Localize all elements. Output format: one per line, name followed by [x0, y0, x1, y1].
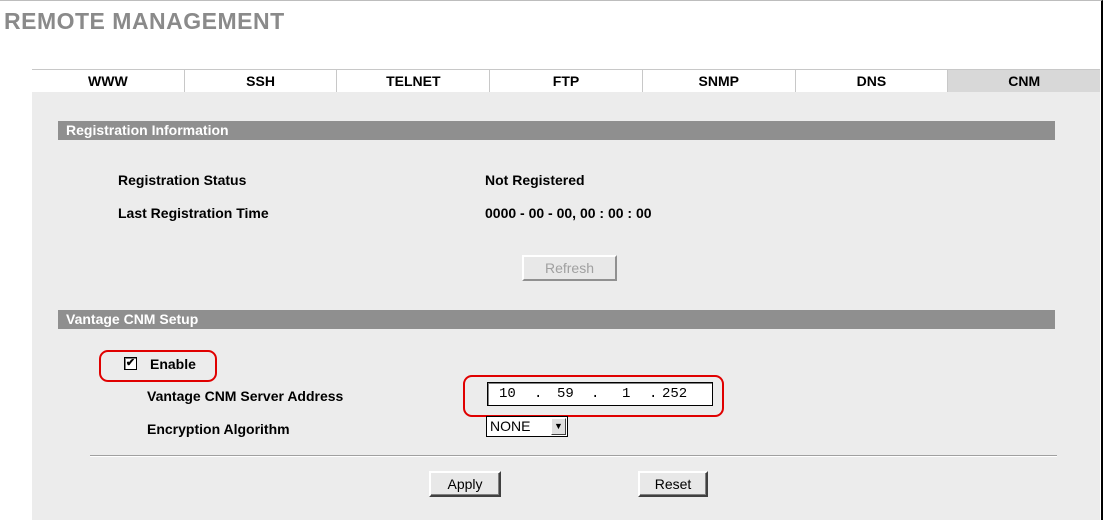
reset-button[interactable]: Reset — [638, 471, 708, 497]
ip-separator-2: . — [591, 386, 600, 402]
divider — [90, 455, 1057, 457]
ip-octet-4[interactable]: 252 — [662, 383, 687, 405]
tab-ftp[interactable]: FTP — [489, 70, 642, 92]
tab-cnm[interactable]: CNM — [947, 70, 1101, 92]
tab-snmp[interactable]: SNMP — [641, 70, 795, 92]
tab-www[interactable]: WWW — [32, 70, 184, 92]
page-title: REMOTE MANAGEMENT — [4, 8, 285, 34]
ip-octet-3[interactable]: 1 — [622, 383, 630, 405]
enable-label: Enable — [150, 356, 196, 372]
cnm-server-address-label: Vantage CNM Server Address — [147, 388, 344, 404]
encryption-selected-value: NONE — [490, 418, 531, 434]
tab-dns[interactable]: DNS — [794, 70, 948, 92]
cnm-server-address-input[interactable]: 10 . 59 . 1 . 252 — [487, 382, 713, 406]
tab-telnet[interactable]: TELNET — [336, 70, 490, 92]
ip-separator-1: . — [534, 386, 543, 402]
encryption-algorithm-select[interactable]: NONE ▼ — [486, 416, 568, 437]
tab-ssh[interactable]: SSH — [183, 70, 337, 92]
last-registration-time-label: Last Registration Time — [118, 205, 269, 221]
encryption-algorithm-label: Encryption Algorithm — [147, 421, 290, 437]
registration-section-header: Registration Information — [58, 121, 1055, 140]
refresh-button[interactable]: Refresh — [522, 255, 617, 281]
apply-button[interactable]: Apply — [429, 471, 501, 497]
cnm-setup-section-header: Vantage CNM Setup — [58, 310, 1055, 329]
last-registration-time-value: 0000 - 00 - 00, 00 : 00 : 00 — [485, 205, 652, 221]
ip-separator-3: . — [649, 386, 658, 402]
registration-status-value: Not Registered — [485, 172, 585, 188]
dropdown-arrow-icon[interactable]: ▼ — [551, 418, 566, 435]
enable-checkbox[interactable]: ✔ — [124, 357, 137, 370]
ip-octet-1[interactable]: 10 — [499, 383, 516, 405]
ip-octet-2[interactable]: 59 — [557, 383, 574, 405]
registration-status-label: Registration Status — [118, 172, 247, 188]
tab-bar: WWW SSH TELNET FTP SNMP DNS CNM — [32, 69, 1101, 92]
